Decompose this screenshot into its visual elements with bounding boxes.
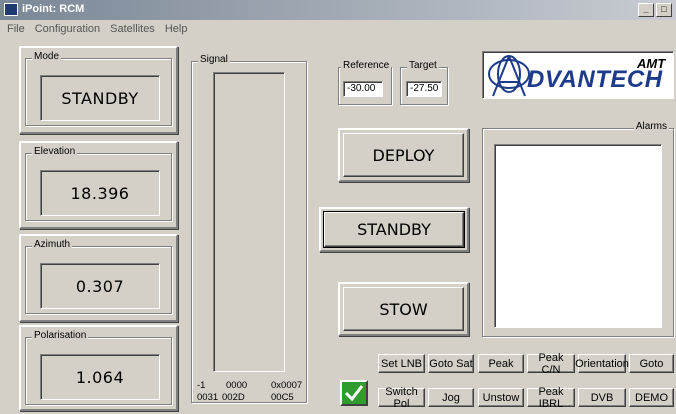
signal-readout-3: 0x0007 <box>271 380 303 391</box>
reference-label: Reference <box>341 60 392 71</box>
set-lnb-button[interactable]: Set LNB <box>378 354 425 373</box>
signal-meter <box>213 72 285 372</box>
polarisation-panel: Polarisation 1.064 <box>19 325 178 411</box>
elevation-label: Elevation <box>32 146 78 157</box>
checkmark-icon <box>344 385 364 402</box>
maximize-button[interactable]: □ <box>656 3 672 17</box>
polarisation-value: 1.064 <box>40 354 160 400</box>
signal-readout-5: 002D <box>222 392 245 403</box>
menu-configuration[interactable]: Configuration <box>30 20 105 40</box>
azimuth-label: Azimuth <box>32 239 73 250</box>
dvb-button[interactable]: DVB <box>578 388 626 407</box>
menu-help[interactable]: Help <box>160 20 193 40</box>
menu-satellites[interactable]: Satellites <box>105 20 160 40</box>
peak-cn-button[interactable]: Peak C/N <box>527 352 575 376</box>
stow-button[interactable]: STOW <box>343 287 464 331</box>
status-indicator[interactable] <box>340 380 368 406</box>
elevation-panel: Elevation 18.396 <box>19 141 178 229</box>
signal-readout-2: 0000 <box>226 380 248 391</box>
title-bar: iPoint: RCM _ □ <box>0 0 676 20</box>
menu-bar: File Configuration Satellites Help <box>0 20 676 40</box>
mode-value: STANDBY <box>40 75 160 121</box>
window-controls: _ □ <box>638 3 672 17</box>
polarisation-label: Polarisation <box>32 330 89 341</box>
azimuth-value: 0.307 <box>40 263 160 309</box>
mode-label: Mode <box>32 51 62 62</box>
azimuth-panel: Azimuth 0.307 <box>19 234 178 322</box>
elevation-value: 18.396 <box>40 170 160 216</box>
target-label: Target <box>407 60 439 71</box>
reference-field[interactable]: -30.00 <box>343 81 383 97</box>
signal-readout-6: 00C5 <box>271 392 294 403</box>
goto-sat-button[interactable]: Goto Sat <box>428 354 474 373</box>
demo-button[interactable]: DEMO <box>629 388 674 407</box>
menu-file[interactable]: File <box>2 20 30 40</box>
signal-readout-1: -1 <box>197 380 206 391</box>
window-title: iPoint: RCM <box>22 3 85 15</box>
logo-sup: AMT <box>637 56 666 71</box>
goto-button[interactable]: Goto <box>629 354 674 373</box>
signal-readout-4: 0031 <box>197 392 219 403</box>
standby-button[interactable]: STANDBY <box>323 211 465 248</box>
minimize-button[interactable]: _ <box>638 3 654 17</box>
peak-button[interactable]: Peak <box>478 354 524 373</box>
advantech-logo: DVANTECH AMT <box>482 51 674 99</box>
mode-panel: Mode STANDBY <box>19 46 178 134</box>
jog-button[interactable]: Jog <box>428 388 474 407</box>
peak-ibrl-button[interactable]: Peak IBRL <box>527 386 575 410</box>
orientation-button[interactable]: Orientation <box>575 354 629 373</box>
deploy-button[interactable]: DEPLOY <box>343 133 464 177</box>
unstow-button[interactable]: Unstow <box>478 388 524 407</box>
app-icon <box>4 3 18 16</box>
signal-label: Signal <box>198 54 230 65</box>
target-field[interactable]: -27.50 <box>406 81 442 97</box>
switch-pol-button[interactable]: Switch Pol <box>378 386 425 410</box>
alarms-list[interactable] <box>494 144 662 328</box>
alarms-label: Alarms <box>633 121 669 132</box>
